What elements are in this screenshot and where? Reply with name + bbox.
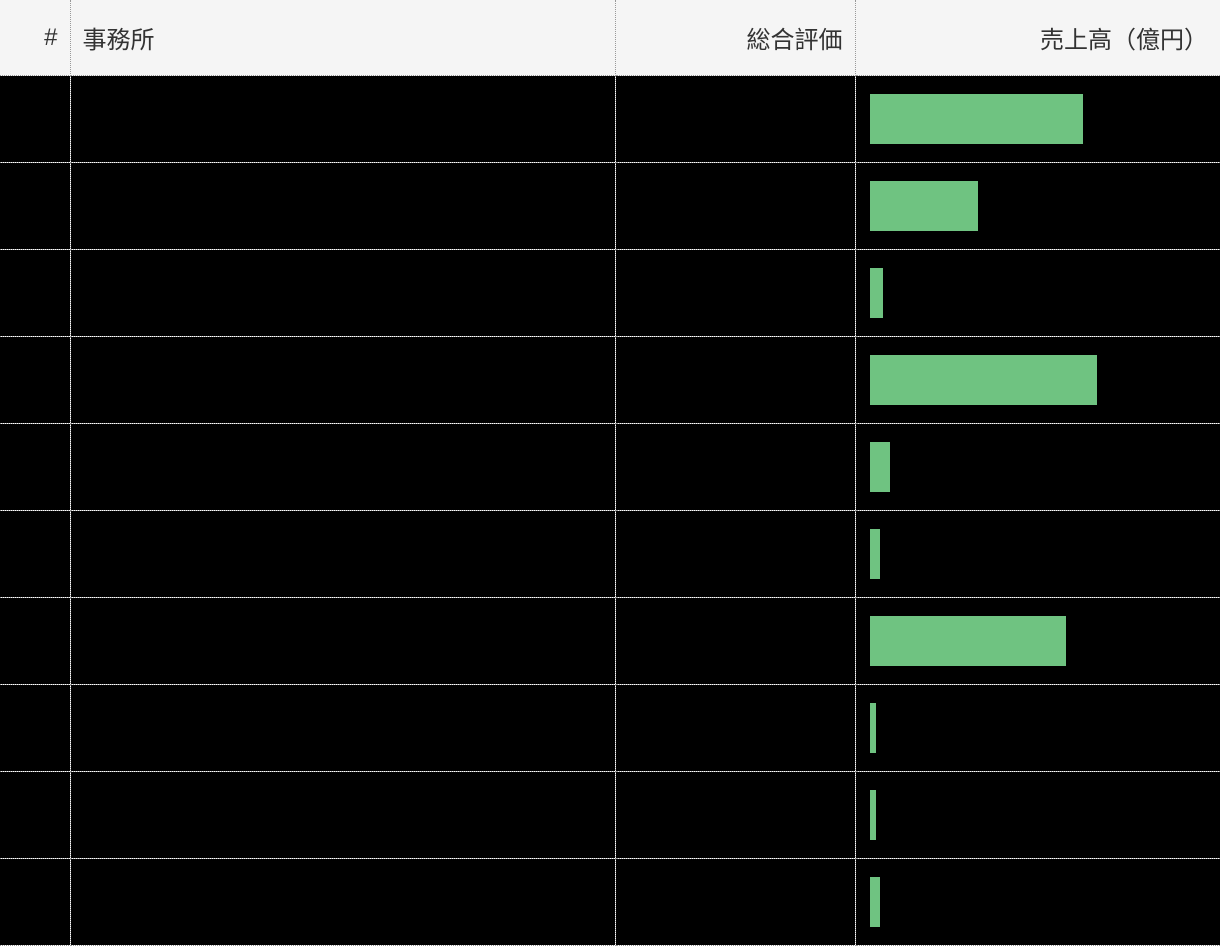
bar-container xyxy=(856,859,1220,945)
header-rank[interactable]: # xyxy=(0,0,70,76)
cell-rating xyxy=(615,598,855,685)
cell-office xyxy=(70,250,615,337)
cell-revenue xyxy=(855,859,1220,946)
cell-rank xyxy=(0,163,70,250)
revenue-bar xyxy=(870,268,884,318)
ranking-table: # 事務所 総合評価 売上高（億円） xyxy=(0,0,1220,946)
cell-office xyxy=(70,685,615,772)
cell-revenue xyxy=(855,511,1220,598)
table-row[interactable] xyxy=(0,598,1220,685)
header-rating[interactable]: 総合評価 xyxy=(615,0,855,76)
cell-rating xyxy=(615,337,855,424)
revenue-bar xyxy=(870,703,877,753)
revenue-bar xyxy=(870,94,1084,144)
cell-office xyxy=(70,424,615,511)
cell-office xyxy=(70,337,615,424)
cell-rating xyxy=(615,76,855,163)
table-row[interactable] xyxy=(0,424,1220,511)
cell-revenue xyxy=(855,337,1220,424)
revenue-bar xyxy=(870,529,880,579)
cell-rating xyxy=(615,163,855,250)
header-revenue[interactable]: 売上高（億円） xyxy=(855,0,1220,76)
cell-revenue xyxy=(855,772,1220,859)
cell-rating xyxy=(615,772,855,859)
bar-container xyxy=(856,76,1220,162)
cell-office xyxy=(70,163,615,250)
cell-office xyxy=(70,598,615,685)
cell-rank xyxy=(0,76,70,163)
revenue-bar xyxy=(870,442,890,492)
revenue-bar xyxy=(870,790,877,840)
cell-rank xyxy=(0,859,70,946)
cell-rank xyxy=(0,337,70,424)
bar-container xyxy=(856,163,1220,249)
cell-office xyxy=(70,76,615,163)
table-row[interactable] xyxy=(0,685,1220,772)
bar-container xyxy=(856,685,1220,771)
cell-rank xyxy=(0,598,70,685)
cell-rank xyxy=(0,511,70,598)
bar-container xyxy=(856,772,1220,858)
table-row[interactable] xyxy=(0,511,1220,598)
table-body xyxy=(0,76,1220,946)
cell-rating xyxy=(615,250,855,337)
cell-revenue xyxy=(855,685,1220,772)
bar-container xyxy=(856,424,1220,510)
cell-revenue xyxy=(855,424,1220,511)
bar-container xyxy=(856,511,1220,597)
table-row[interactable] xyxy=(0,76,1220,163)
cell-rank xyxy=(0,424,70,511)
header-office[interactable]: 事務所 xyxy=(70,0,615,76)
revenue-bar xyxy=(870,181,978,231)
table-row[interactable] xyxy=(0,772,1220,859)
cell-rating xyxy=(615,685,855,772)
table-row[interactable] xyxy=(0,859,1220,946)
cell-revenue xyxy=(855,598,1220,685)
bar-container xyxy=(856,337,1220,423)
table-row[interactable] xyxy=(0,337,1220,424)
cell-rating xyxy=(615,424,855,511)
bar-container xyxy=(856,598,1220,684)
cell-office xyxy=(70,772,615,859)
cell-office xyxy=(70,859,615,946)
cell-revenue xyxy=(855,76,1220,163)
cell-rating xyxy=(615,511,855,598)
table-row[interactable] xyxy=(0,163,1220,250)
cell-rating xyxy=(615,859,855,946)
revenue-bar xyxy=(870,616,1067,666)
cell-rank xyxy=(0,772,70,859)
table-row[interactable] xyxy=(0,250,1220,337)
revenue-bar xyxy=(870,877,880,927)
table-header-row: # 事務所 総合評価 売上高（億円） xyxy=(0,0,1220,76)
bar-container xyxy=(856,250,1220,336)
cell-office xyxy=(70,511,615,598)
cell-revenue xyxy=(855,250,1220,337)
cell-rank xyxy=(0,685,70,772)
cell-rank xyxy=(0,250,70,337)
cell-revenue xyxy=(855,163,1220,250)
revenue-bar xyxy=(870,355,1097,405)
